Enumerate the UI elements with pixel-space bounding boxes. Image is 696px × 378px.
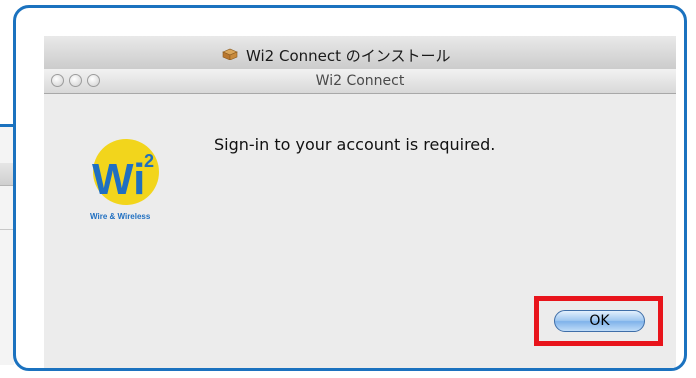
dialog-title: Wi2 Connect: [315, 73, 405, 89]
dialog-message: Sign-in to your account is required.: [214, 135, 496, 154]
package-icon: [222, 48, 238, 60]
background-window: [0, 124, 14, 365]
logo-tagline: Wire & Wireless: [90, 212, 151, 221]
wi2-logo: Wi 2 Wire & Wireless: [90, 139, 159, 221]
ok-button[interactable]: OK: [554, 310, 645, 332]
dialog-window: Wi2 Connect Wi 2 Wire & Wireless Sign-in…: [44, 69, 676, 368]
background-window-toolbar: [0, 163, 14, 186]
background-window-divider: [0, 229, 14, 230]
dialog-titlebar[interactable]: Wi2 Connect: [44, 69, 676, 94]
installer-titlebar: Wi2 Connect のインストール: [44, 36, 676, 73]
installer-title: Wi2 Connect のインストール: [246, 47, 451, 65]
callout-frame: Wi2 Connect のインストール Wi2 Connect Wi 2 Wir…: [13, 5, 687, 371]
logo-mark: Wi: [92, 155, 145, 204]
logo-superscript: 2: [144, 151, 154, 171]
